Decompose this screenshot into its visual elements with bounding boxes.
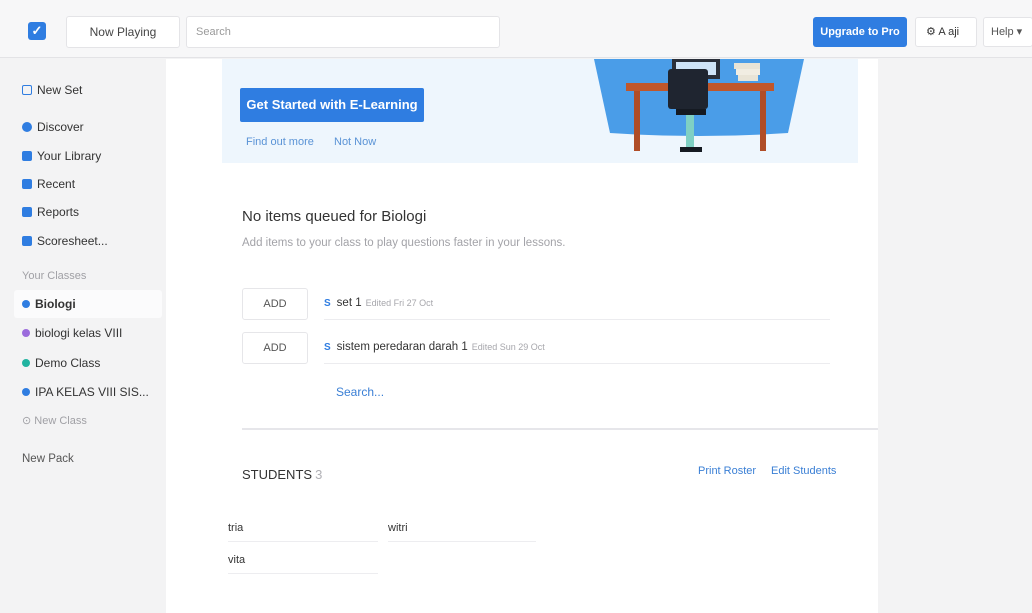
- new-pack-button[interactable]: New Pack: [22, 449, 162, 469]
- main-panel: Get Started with E-Learning Find out mor…: [166, 59, 878, 613]
- gear-icon: ⚙: [926, 26, 936, 38]
- add-set-button[interactable]: ADD: [242, 288, 308, 320]
- queue-subtitle: Add items to your class to play question…: [242, 237, 566, 249]
- set-edited: Edited Fri 27 Oct: [365, 298, 434, 308]
- set-name: sistem peredaran darah 1: [336, 341, 468, 353]
- sidebar-item-recent[interactable]: Recent: [22, 174, 162, 194]
- sidebar: New Set Discover Your Library Recent Rep…: [0, 59, 166, 613]
- sidebar-class-ipa-kelas-viii[interactable]: IPA KELAS VIII SIS...: [22, 382, 162, 402]
- sidebar-item-scoresheet[interactable]: Scoresheet...: [22, 231, 162, 251]
- your-classes-label: Your Classes: [22, 270, 87, 282]
- print-roster-link[interactable]: Print Roster: [698, 465, 756, 477]
- student-item[interactable]: vita: [228, 550, 378, 574]
- class-color-dot-icon: [22, 359, 30, 367]
- search-sets-link[interactable]: Search...: [336, 385, 384, 399]
- sidebar-item-reports[interactable]: Reports: [22, 202, 162, 222]
- user-name: A aji: [938, 26, 960, 38]
- new-class-button[interactable]: ⊙ New Class: [22, 411, 162, 431]
- set-icon: S: [324, 298, 331, 309]
- new-set-icon: [22, 85, 32, 95]
- top-bar: ✓ Now Playing Upgrade to Pro ⚙ A aji Hel…: [0, 0, 1032, 58]
- scoresheet-icon: [22, 236, 32, 246]
- app-logo-icon[interactable]: ✓: [28, 22, 46, 40]
- student-item[interactable]: tria: [228, 518, 378, 542]
- sidebar-item-your-library[interactable]: Your Library: [22, 146, 162, 166]
- discover-icon: [22, 122, 32, 132]
- student-item[interactable]: witri: [388, 518, 536, 542]
- recent-icon: [22, 179, 32, 189]
- students-count: 3: [315, 467, 323, 482]
- queue-title: No items queued for Biologi: [242, 208, 427, 225]
- set-edited: Edited Sun 29 Oct: [471, 342, 545, 352]
- set-row[interactable]: Sset 1 Edited Fri 27 Oct: [324, 288, 830, 320]
- students-heading: STUDENTS 3: [242, 467, 323, 482]
- not-now-link[interactable]: Not Now: [334, 136, 376, 148]
- elearning-banner: Get Started with E-Learning Find out mor…: [222, 59, 858, 163]
- sidebar-item-discover[interactable]: Discover: [22, 117, 162, 137]
- desk-illustration: [594, 59, 804, 152]
- reports-icon: [22, 207, 32, 217]
- sidebar-class-demo-class[interactable]: Demo Class: [22, 353, 162, 373]
- class-color-dot-icon: [22, 300, 30, 308]
- set-name: set 1: [336, 297, 362, 309]
- set-icon: S: [324, 342, 331, 353]
- set-row[interactable]: Ssistem peredaran darah 1 Edited Sun 29 O…: [324, 332, 830, 364]
- class-color-dot-icon: [22, 329, 30, 337]
- section-divider: [242, 428, 878, 430]
- user-menu-button[interactable]: ⚙ A aji: [915, 17, 977, 47]
- sidebar-item-new-set[interactable]: New Set: [22, 80, 162, 100]
- class-color-dot-icon: [22, 388, 30, 396]
- upgrade-button[interactable]: Upgrade to Pro: [813, 17, 907, 47]
- now-playing-button[interactable]: Now Playing: [66, 16, 180, 48]
- help-menu-button[interactable]: Help ▾: [983, 17, 1032, 47]
- search-input[interactable]: [186, 16, 500, 48]
- add-set-button[interactable]: ADD: [242, 332, 308, 364]
- get-started-elearning-button[interactable]: Get Started with E-Learning: [240, 88, 424, 122]
- sidebar-class-biologi-kelas-viii[interactable]: biologi kelas VIII: [22, 323, 162, 343]
- find-out-more-link[interactable]: Find out more: [246, 136, 314, 148]
- library-icon: [22, 151, 32, 161]
- edit-students-link[interactable]: Edit Students: [771, 465, 836, 477]
- sidebar-class-biologi[interactable]: Biologi: [22, 294, 162, 314]
